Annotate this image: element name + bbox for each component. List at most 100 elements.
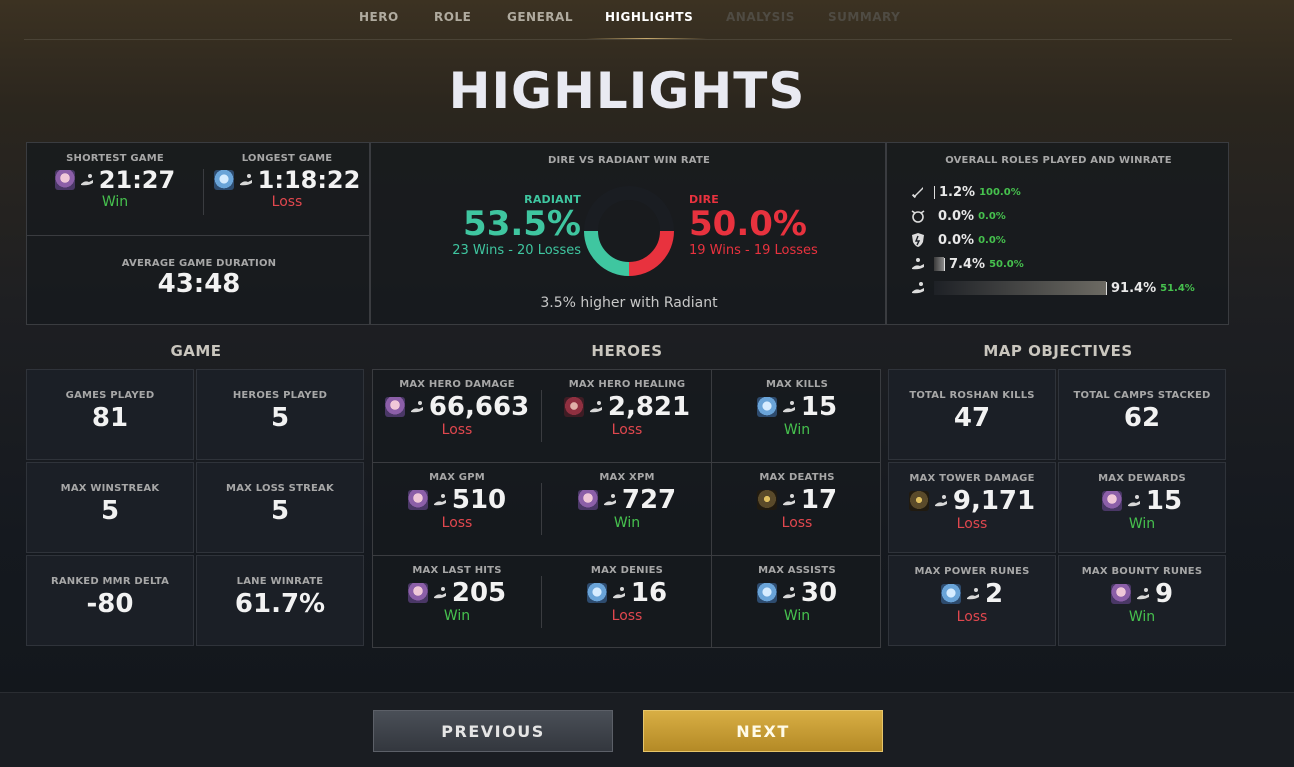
section-heroes-title: HEROES — [591, 342, 663, 360]
mid-icon — [911, 210, 925, 223]
stat-result: Win — [1128, 516, 1156, 532]
stat-label: MAX LOSS STREAK — [226, 483, 334, 494]
heroes-stat-max-denies: MAX DENIES 16 Loss — [542, 555, 712, 648]
stat-result: Loss — [781, 515, 813, 531]
hard-support-icon — [782, 401, 795, 413]
role-row-hard-support: 91.4% 51.4% — [910, 279, 1195, 297]
ancient-apparition-icon — [213, 170, 234, 190]
carry-sword-icon — [911, 187, 923, 199]
role-hard-support-wr: 51.4% — [1160, 282, 1195, 294]
pudge-icon — [563, 397, 584, 417]
tab-summary[interactable]: SUMMARY — [828, 10, 900, 24]
stat-value: 727 — [621, 485, 677, 515]
heroes-stat-max-kills: MAX KILLS 15 Win — [712, 369, 882, 462]
next-button[interactable]: NEXT — [643, 710, 883, 752]
heroes-row-divider — [372, 555, 881, 556]
stat-value: 30 — [800, 578, 838, 608]
stat-result: Loss — [441, 422, 473, 438]
crystal-maiden-icon — [54, 170, 75, 190]
longest-game-label: LONGEST GAME — [241, 153, 333, 164]
tab-highlights[interactable]: HIGHLIGHTS — [605, 10, 693, 24]
map-stat-total-camps-stacked: TOTAL CAMPS STACKED 62 — [1058, 369, 1226, 460]
dire-pct: 50.0% — [689, 204, 807, 244]
map-stat-max-bounty-runes: MAX BOUNTY RUNES 9 Win — [1058, 555, 1226, 646]
stat-result: Loss — [611, 608, 643, 624]
role-offlane-pct: 0.0% — [938, 232, 975, 248]
stat-label: MAX HERO HEALING — [568, 379, 686, 390]
heroes-stat-max-deaths: MAX DEATHS 17 Loss — [712, 462, 882, 555]
stat-result: Loss — [956, 516, 988, 532]
map-stat-max-tower-damage: MAX TOWER DAMAGE 9,171 Loss — [888, 462, 1056, 553]
stat-label: MAX WINSTREAK — [60, 483, 160, 494]
map-stat-max-power-runes: MAX POWER RUNES 2 Loss — [888, 555, 1056, 646]
heroes-stat-max-assists: MAX ASSISTS 30 Win — [712, 555, 882, 648]
longest-game-result: Loss — [271, 194, 303, 210]
stat-result: Win — [783, 422, 811, 438]
heroes-stat-max-hero-healing: MAX HERO HEALING 2,821 Loss — [542, 369, 712, 462]
stat-result: Loss — [956, 609, 988, 625]
hard-support-icon — [782, 587, 795, 599]
heroes-stat-max-gpm: MAX GPM 510 Loss — [372, 462, 542, 555]
stat-label: MAX HERO DAMAGE — [399, 379, 515, 390]
map-stat-max-dewards: MAX DEWARDS 15 Win — [1058, 462, 1226, 553]
stat-value: 510 — [451, 485, 507, 515]
tab-role[interactable]: ROLE — [434, 10, 471, 24]
role-soft-support-pct: 7.4% — [949, 256, 986, 272]
stat-value: -80 — [86, 589, 134, 619]
stat-value: 16 — [630, 578, 668, 608]
longest-game: LONGEST GAME 1:18:22 Loss — [203, 153, 371, 210]
role-offlane-wr: 0.0% — [978, 234, 1006, 246]
hard-support-icon — [589, 401, 602, 413]
stat-label: TOTAL ROSHAN KILLS — [909, 390, 1035, 401]
tab-hero[interactable]: HERO — [359, 10, 398, 24]
heroes-row-divider — [372, 462, 881, 463]
tab-analysis[interactable]: ANALYSIS — [726, 10, 794, 24]
stat-label: MAX DEATHS — [759, 472, 835, 483]
stat-result: Win — [783, 608, 811, 624]
hard-support-icon — [966, 588, 979, 600]
role-hard-support-pct: 91.4% — [1111, 280, 1157, 296]
previous-button[interactable]: PREVIOUS — [373, 710, 613, 752]
winrate-title: DIRE VS RADIANT WIN RATE — [547, 155, 711, 166]
game-stat-ranked-mmr-delta: RANKED MMR DELTA -80 — [26, 555, 194, 646]
stat-label: MAX XPM — [599, 472, 655, 483]
stat-value: 5 — [100, 496, 120, 526]
stat-result: Loss — [611, 422, 643, 438]
stat-result: Loss — [441, 515, 473, 531]
stat-value: 2 — [984, 579, 1004, 609]
shadow-demon-icon — [908, 491, 929, 511]
stat-value: 66,663 — [428, 392, 530, 422]
radiant-stats: RADIANT 53.5% 23 Wins - 20 Losses — [421, 193, 581, 258]
hard-support-icon — [433, 494, 446, 506]
crystal-maiden-icon — [384, 397, 405, 417]
role-mid-wr: 0.0% — [978, 210, 1006, 222]
stat-value: 47 — [953, 403, 991, 433]
stat-value: 205 — [451, 578, 507, 608]
stat-value: 81 — [91, 403, 129, 433]
role-row-carry: 1.2% 100.0% — [910, 183, 1021, 201]
stat-value: 9,171 — [952, 486, 1036, 516]
role-soft-support-wr: 50.0% — [989, 258, 1024, 270]
ancient-apparition-icon — [756, 397, 777, 417]
stat-label: MAX GPM — [429, 472, 485, 483]
role-mid-pct: 0.0% — [938, 208, 975, 224]
dire-stats: DIRE 50.0% 19 Wins - 19 Losses — [689, 193, 859, 258]
hard-support-icon — [782, 494, 795, 506]
hard-support-icon — [612, 587, 625, 599]
stat-value: 15 — [1145, 486, 1183, 516]
stat-label: MAX POWER RUNES — [914, 566, 1030, 577]
average-duration-value: 43:48 — [157, 269, 241, 299]
heroes-stat-max-hero-damage: MAX HERO DAMAGE 66,663 Loss — [372, 369, 542, 462]
stat-label: MAX LAST HITS — [412, 565, 502, 576]
ancient-apparition-icon — [586, 583, 607, 603]
stat-label: MAX DEWARDS — [1098, 473, 1186, 484]
hard-support-icon — [410, 401, 423, 413]
stat-value: 17 — [800, 485, 838, 515]
page-title: HIGHLIGHTS — [448, 62, 806, 120]
tab-general[interactable]: GENERAL — [507, 10, 572, 24]
role-row-soft-support: 7.4% 50.0% — [910, 255, 1024, 273]
donut-dire-arc — [628, 230, 674, 276]
stat-value: 15 — [800, 392, 838, 422]
longest-game-value: 1:18:22 — [257, 166, 361, 194]
role-carry-wr: 100.0% — [979, 186, 1021, 198]
